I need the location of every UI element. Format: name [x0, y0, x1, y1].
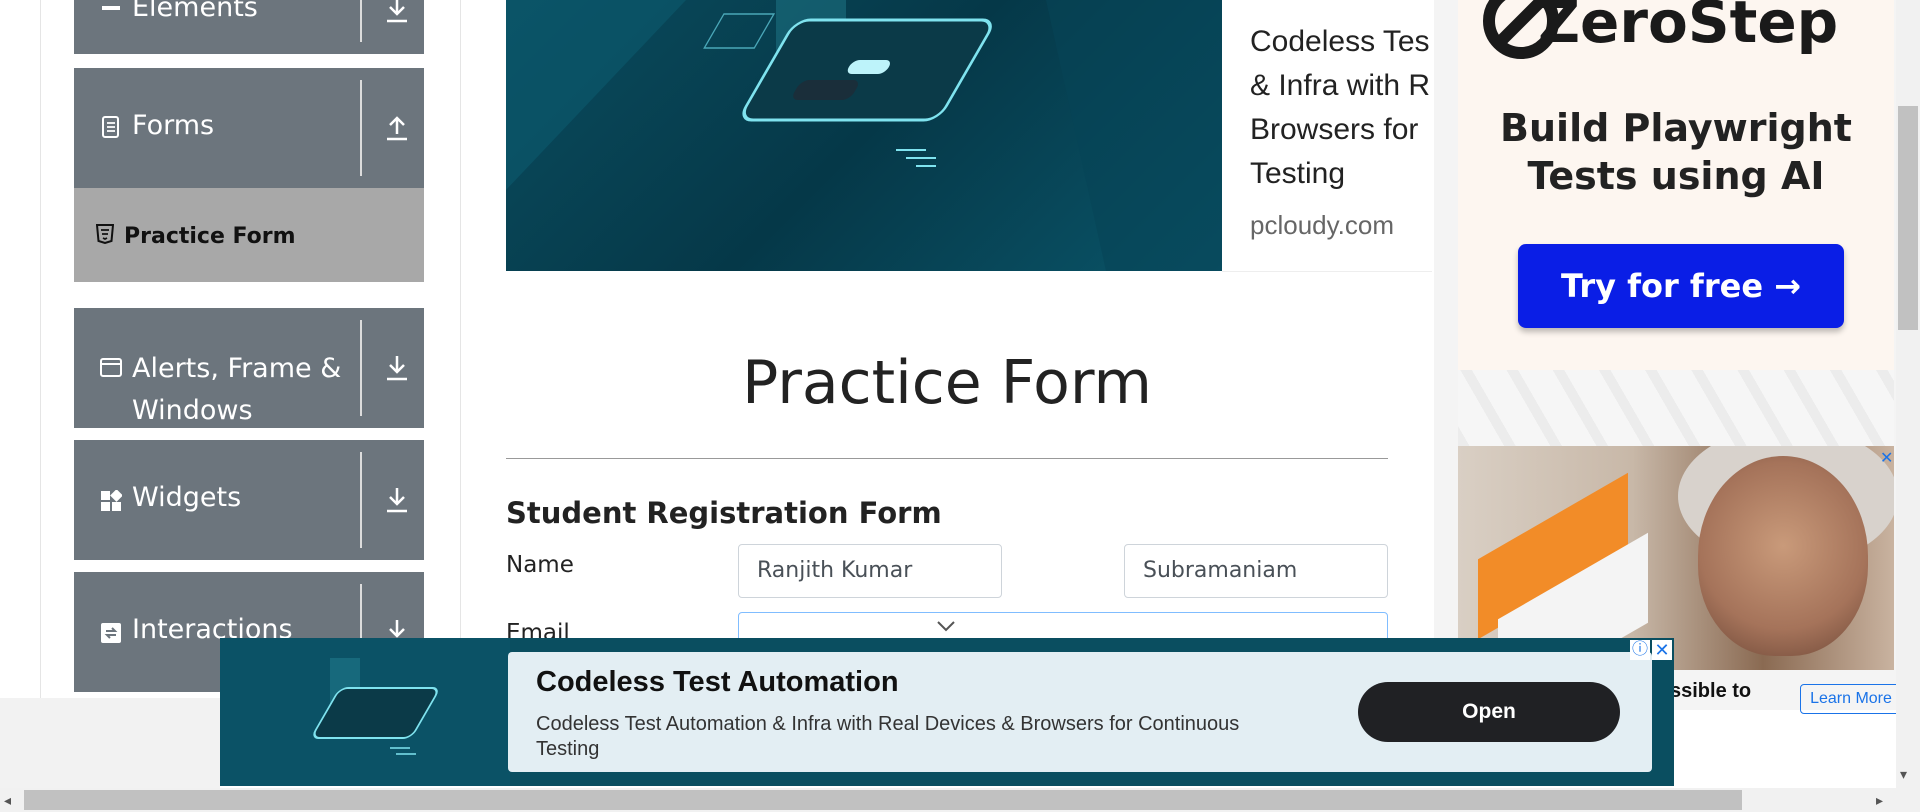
list-icon — [102, 6, 120, 10]
divider — [360, 452, 362, 548]
download-arrow-icon — [387, 0, 407, 23]
horizontal-scrollbar-thumb[interactable] — [24, 790, 1742, 810]
zerostep-brand: ZeroStep — [1538, 0, 1839, 56]
banner-ad-text[interactable]: Codeless Tes & Infra with R Browsers for… — [1250, 20, 1440, 196]
ad-info-icon[interactable]: ⓘ — [1630, 640, 1650, 660]
phone-illustration — [506, 0, 1222, 271]
banner-ad-image[interactable] — [506, 0, 1222, 271]
ad-close-icon[interactable]: ✕ — [1652, 640, 1672, 660]
first-name-input[interactable]: Ranjith Kumar — [738, 544, 1002, 598]
vertical-scrollbar-thumb[interactable] — [1898, 106, 1918, 330]
page-title: Practice Form — [742, 348, 1152, 418]
photo-image — [1698, 456, 1868, 656]
zerostep-headline: Build Playwright Tests using AI — [1500, 106, 1852, 198]
last-name-input[interactable]: Subramaniam — [1124, 544, 1388, 598]
banner-ad-line: Codeless Tes — [1250, 25, 1430, 58]
scroll-left-arrow-icon[interactable]: ◂ — [4, 792, 11, 809]
sidebar-group-elements[interactable]: Elements — [74, 0, 424, 54]
form-heading: Student Registration Form — [506, 496, 942, 530]
document-icon — [102, 116, 119, 138]
banner-ad-domain[interactable]: pcloudy.com — [1250, 210, 1394, 241]
divider — [360, 0, 362, 42]
page-background — [0, 698, 220, 788]
chevron-down-icon — [937, 621, 955, 632]
bottom-ad-title[interactable]: Codeless Test Automation — [536, 666, 899, 699]
download-arrow-icon — [387, 488, 407, 513]
open-button[interactable]: Open — [1358, 682, 1620, 742]
sidebar-item-practice-form[interactable]: Practice Form — [74, 188, 424, 282]
banner-ad-line: & Infra with R — [1250, 69, 1431, 102]
learn-more-button[interactable]: Learn More — [1800, 684, 1902, 714]
sidebar-group-label: Alerts, Frame & Windows — [132, 353, 342, 426]
banner-ad-line: Testing — [1250, 157, 1346, 190]
sidebar-group-forms[interactable]: Forms — [74, 68, 424, 188]
photo-ad-caption: ssible to — [1670, 680, 1752, 702]
scroll-down-arrow-icon[interactable]: ▾ — [1900, 766, 1907, 783]
widgets-icon — [101, 490, 122, 511]
sidebar-item-label: Practice Form — [124, 224, 296, 249]
sidebar-group-alerts[interactable]: Alerts, Frame & Windows — [74, 308, 424, 428]
bottom-ad-description: Codeless Test Automation & Infra with Re… — [536, 713, 1240, 760]
divider — [506, 458, 1388, 459]
html5-icon — [96, 224, 114, 244]
ad-pattern — [1458, 370, 1894, 446]
divider — [360, 80, 362, 176]
scroll-right-arrow-icon[interactable]: ▸ — [1876, 792, 1883, 809]
content-border — [460, 0, 461, 698]
divider — [1222, 271, 1432, 272]
sidebar-border — [40, 0, 41, 698]
window-icon — [100, 358, 122, 377]
interactions-icon — [101, 623, 121, 643]
download-arrow-icon — [387, 356, 407, 381]
banner-ad-line: Browsers for — [1250, 113, 1419, 146]
divider — [360, 320, 362, 416]
sidebar-group-label: Widgets — [132, 482, 242, 513]
sidebar-group-widgets[interactable]: Widgets — [74, 440, 424, 560]
upload-arrow-icon — [387, 116, 407, 141]
photo-ad[interactable] — [1458, 446, 1894, 670]
sidebar-group-label: Forms — [132, 110, 215, 141]
sidebar-group-label: Elements — [132, 0, 258, 23]
name-label: Name — [506, 552, 574, 578]
phone-illustration — [220, 638, 510, 786]
try-for-free-button[interactable]: Try for free → — [1518, 244, 1844, 328]
